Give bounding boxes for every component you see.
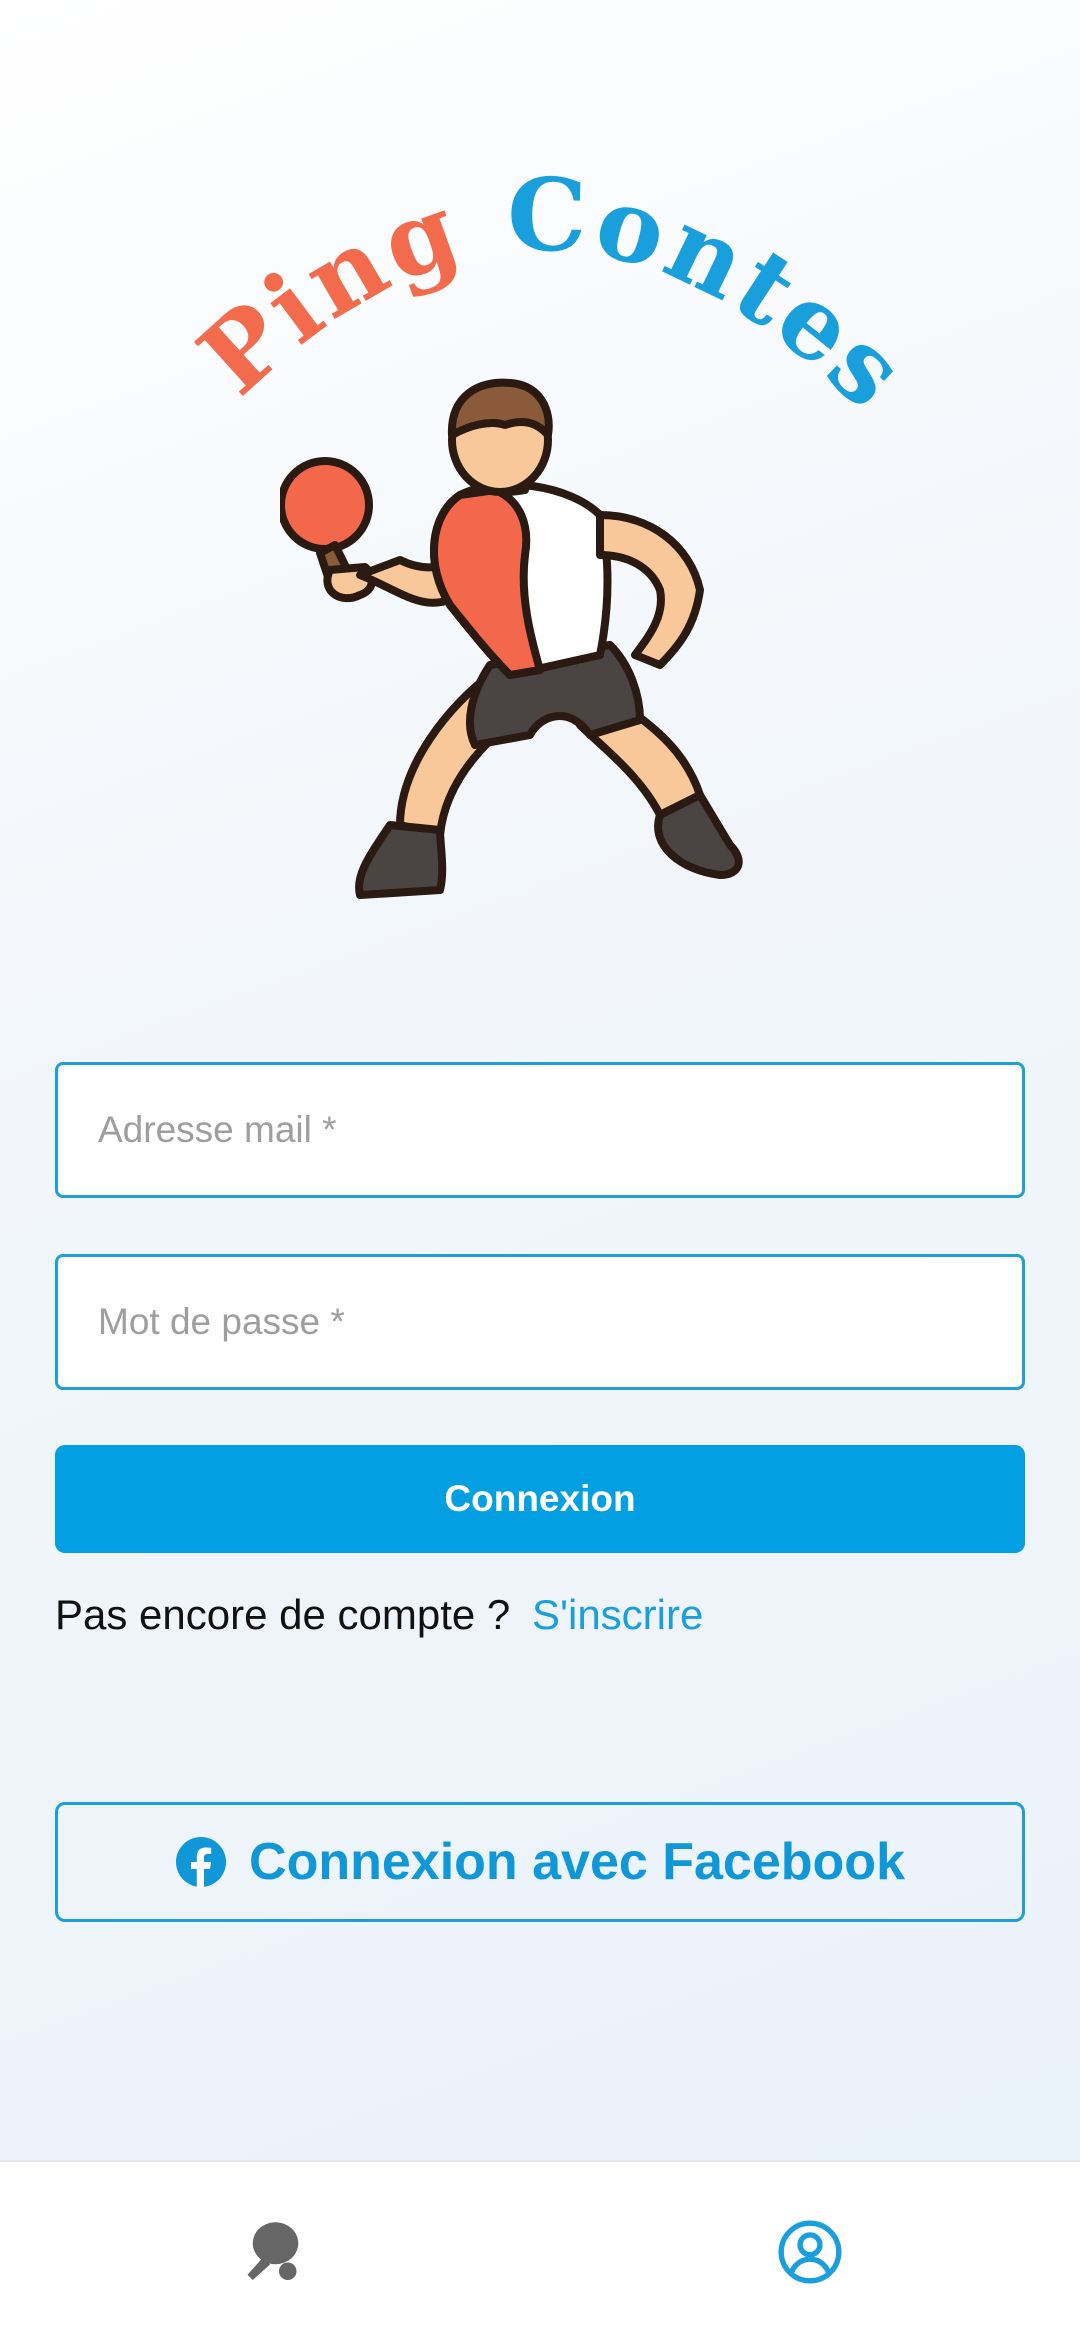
logo-word-ping: Ping [180,168,476,410]
nav-item-ping[interactable] [232,2212,312,2292]
nav-item-account[interactable] [770,2212,850,2292]
signup-row: Pas encore de compte ? S'inscrire [55,1585,703,1645]
logo-text: Ping Contest [180,150,900,410]
facebook-icon [176,1837,227,1888]
password-input[interactable] [58,1257,1022,1387]
table-tennis-icon [247,2222,299,2280]
facebook-login-label: Connexion avec Facebook [249,1833,905,1891]
login-button[interactable]: Connexion [55,1445,1025,1553]
bottom-navigation [0,2160,1080,2340]
ping-pong-player-illustration [280,378,743,899]
email-input[interactable] [58,1065,1022,1195]
facebook-login-button[interactable]: Connexion avec Facebook [55,1802,1025,1922]
signup-link[interactable]: S'inscrire [532,1591,703,1638]
app-logo: Ping Contest [180,150,900,940]
account-icon [778,2220,842,2284]
signup-prompt: Pas encore de compte ? [55,1591,511,1638]
password-field[interactable] [55,1254,1025,1390]
email-field[interactable] [55,1062,1025,1198]
logo-title: Ping Contest [180,150,900,410]
